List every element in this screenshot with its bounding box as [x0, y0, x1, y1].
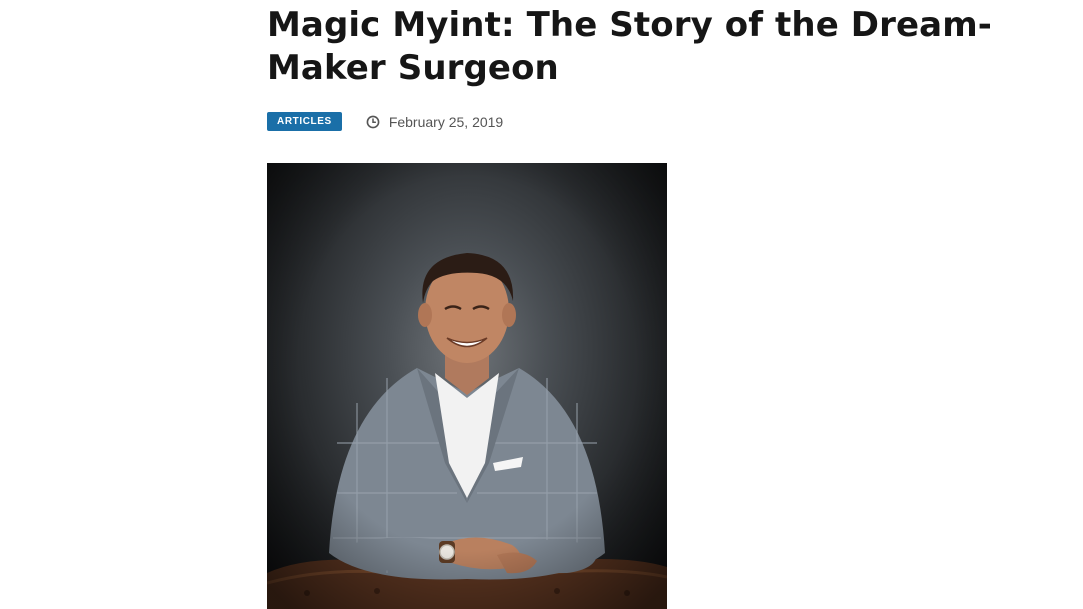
date-info: February 25, 2019: [366, 114, 503, 130]
article: Magic Myint: The Story of the Dream-Make…: [267, 0, 1047, 609]
clock-icon: [366, 115, 380, 129]
article-meta: ARTICLES February 25, 2019: [267, 112, 503, 131]
article-title: Magic Myint: The Story of the Dream-Make…: [267, 5, 992, 88]
featured-image: [267, 163, 667, 609]
publish-date: February 25, 2019: [388, 113, 504, 130]
category-badge[interactable]: ARTICLES: [267, 112, 342, 131]
